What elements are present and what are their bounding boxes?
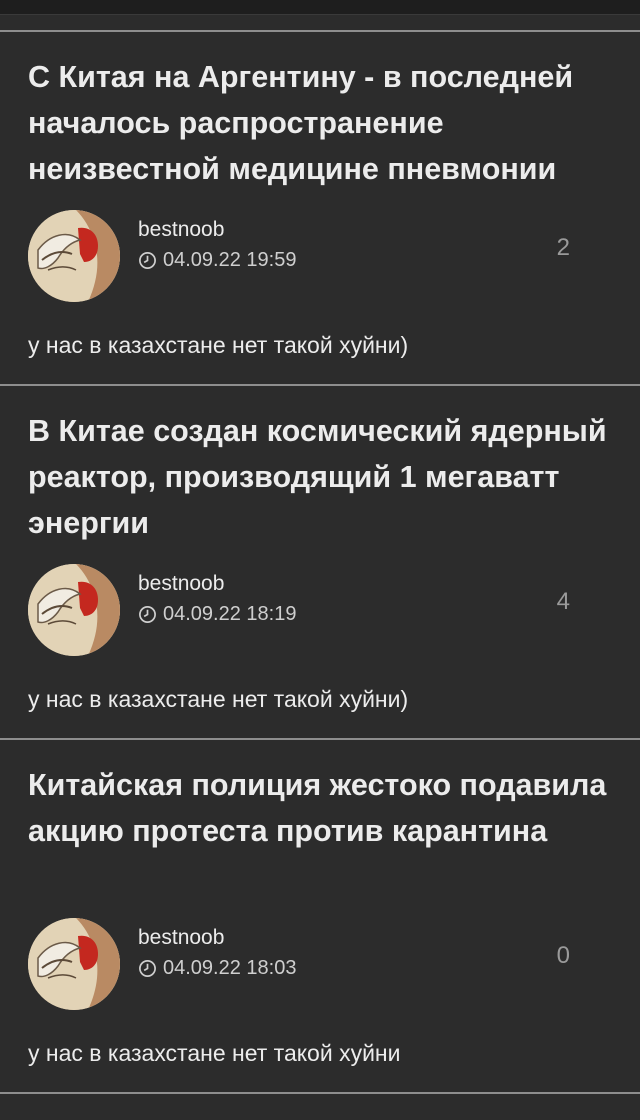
clock-icon xyxy=(139,251,156,269)
author-block: bestnoob 04.09.22 18:03 xyxy=(138,924,296,982)
avatar[interactable] xyxy=(28,918,120,1010)
clock-icon xyxy=(139,959,156,977)
post-card[interactable]: В Китае создан космический ядерный реакт… xyxy=(0,384,640,738)
post-card[interactable]: Китайская полиция жестоко подавила акцию… xyxy=(0,738,640,1092)
post-title[interactable]: С Китая на Аргентину - в последней начал… xyxy=(28,54,612,192)
comment-text: у нас в казахстане нет такой хуйни xyxy=(28,1040,401,1066)
post-datetime: 04.09.22 18:19 xyxy=(163,603,297,625)
author-block: bestnoob 04.09.22 19:59 xyxy=(138,216,296,274)
avatar-image xyxy=(28,210,120,302)
post-date: 04.09.22 18:19 xyxy=(138,600,296,628)
avatar[interactable] xyxy=(28,564,120,656)
comment-text: у нас в казахстане нет такой хуйни) xyxy=(28,332,409,358)
post-feed: С Китая на Аргентину - в последней начал… xyxy=(0,30,640,1092)
comment-count: 0 xyxy=(556,942,570,969)
clock-icon xyxy=(139,605,156,623)
avatar-image xyxy=(28,564,120,656)
comment-text: у нас в казахстане нет такой хуйни) xyxy=(28,686,409,712)
post-meta: bestnoob 04.09.22 18:19 4 xyxy=(28,564,612,656)
author-name[interactable]: bestnoob xyxy=(138,924,296,952)
author-block: bestnoob 04.09.22 18:19 xyxy=(138,570,296,628)
post-date: 04.09.22 18:03 xyxy=(138,954,296,982)
post-card[interactable]: С Китая на Аргентину - в последней начал… xyxy=(0,30,640,384)
post-meta: bestnoob 04.09.22 18:03 0 xyxy=(28,918,612,1010)
top-bar xyxy=(0,0,640,15)
post-date: 04.09.22 19:59 xyxy=(138,246,296,274)
comment-count: 4 xyxy=(556,588,570,615)
avatar-image xyxy=(28,918,120,1010)
author-name[interactable]: bestnoob xyxy=(138,216,296,244)
post-datetime: 04.09.22 18:03 xyxy=(163,957,297,979)
post-title[interactable]: Китайская полиция жестоко подавила акцию… xyxy=(28,762,612,900)
feed-divider xyxy=(0,1092,640,1094)
post-meta: bestnoob 04.09.22 19:59 2 xyxy=(28,210,612,302)
avatar[interactable] xyxy=(28,210,120,302)
comment-count: 2 xyxy=(556,234,570,261)
post-datetime: 04.09.22 19:59 xyxy=(163,249,297,271)
post-title[interactable]: В Китае создан космический ядерный реакт… xyxy=(28,408,612,546)
author-name[interactable]: bestnoob xyxy=(138,570,296,598)
